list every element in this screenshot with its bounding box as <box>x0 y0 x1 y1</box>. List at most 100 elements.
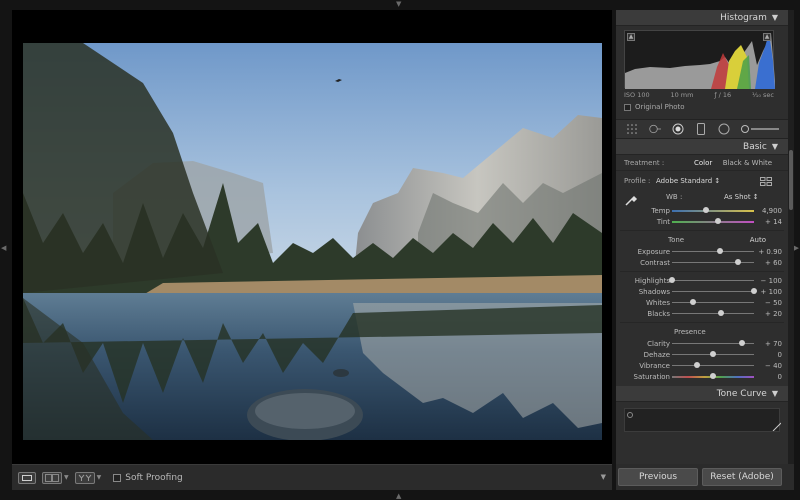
highlights-value[interactable]: − 100 <box>752 277 782 285</box>
tint-value[interactable]: + 14 <box>752 218 782 226</box>
clarity-row: Clarity + 70 <box>616 338 788 349</box>
profile-select[interactable]: Adobe Standard ↕ <box>656 177 720 185</box>
shadow-clipping-icon[interactable]: ▲ <box>627 33 635 41</box>
right-panel-toggle-icon[interactable]: ▶ <box>794 244 799 252</box>
tone-section-title: Tone Auto <box>616 234 788 246</box>
exposure-label: Exposure <box>637 247 670 256</box>
reset-button[interactable]: Reset (Adobe) <box>702 468 782 486</box>
clarity-slider-knob[interactable] <box>738 340 745 346</box>
crop-tool[interactable] <box>626 123 638 135</box>
panel-scrollbar[interactable] <box>788 10 794 464</box>
exif-shutter: ¹⁄₁₀ sec <box>752 91 774 99</box>
exposure-value[interactable]: + 0.90 <box>752 248 782 256</box>
temp-slider-knob[interactable] <box>703 207 710 213</box>
treatment-row: Treatment : Color Black & White <box>616 155 788 171</box>
soft-proofing-checkbox[interactable] <box>113 473 122 482</box>
compare-options-caret-icon[interactable]: ▼ <box>64 474 69 481</box>
temp-slider[interactable] <box>672 207 754 213</box>
dehaze-value[interactable]: 0 <box>752 351 782 359</box>
saturation-slider-knob[interactable] <box>710 373 716 379</box>
presence-title: Presence <box>674 328 706 336</box>
photo-viewport[interactable] <box>12 10 612 464</box>
exposure-slider-knob[interactable] <box>717 248 724 254</box>
tone-title: Tone <box>668 236 685 244</box>
blacks-slider-knob[interactable] <box>718 310 725 316</box>
blacks-value[interactable]: + 20 <box>752 310 782 318</box>
whites-label: Whites <box>645 298 670 307</box>
bottom-panel-toggle-icon[interactable]: ▲ <box>396 492 401 500</box>
tone-curve-graph[interactable] <box>624 408 781 432</box>
highlights-slider-knob[interactable] <box>669 277 675 283</box>
blacks-slider[interactable] <box>672 310 754 316</box>
grid-icon[interactable] <box>760 177 772 186</box>
triangle-down-icon[interactable]: ▼ <box>772 142 778 151</box>
bottom-toolbar: ▼ ▼ Soft Proofing ▼ <box>12 464 612 490</box>
highlights-label: Highlights <box>634 276 670 285</box>
treatment-color-option[interactable]: Color <box>694 159 712 167</box>
tint-slider[interactable] <box>672 218 754 224</box>
before-after-swap-button[interactable] <box>74 471 95 484</box>
dehaze-slider[interactable] <box>672 351 754 357</box>
graduated-filter-tool[interactable] <box>695 123 707 135</box>
histogram-title: Histogram <box>720 12 767 23</box>
exposure-slider[interactable] <box>672 248 754 254</box>
wb-select[interactable]: As Shot ↕ <box>724 193 759 201</box>
clarity-slider[interactable] <box>672 340 754 346</box>
compare-view-button[interactable] <box>42 471 62 484</box>
spot-removal-tool[interactable] <box>649 123 661 135</box>
radial-filter-tool[interactable] <box>718 123 730 135</box>
tone-auto-button[interactable]: Auto <box>750 236 766 244</box>
saturation-row: Saturation 0 <box>616 371 788 382</box>
graduated-filter-icon <box>697 123 705 135</box>
contrast-slider-knob[interactable] <box>734 259 741 265</box>
exif-focal: 10 mm <box>670 91 694 99</box>
shadows-slider[interactable] <box>672 288 757 294</box>
vibrance-value[interactable]: − 40 <box>752 362 782 370</box>
contrast-slider[interactable] <box>672 259 754 265</box>
saturation-slider[interactable] <box>672 373 754 379</box>
red-eye-tool[interactable] <box>672 123 684 135</box>
triangle-down-icon[interactable]: ▼ <box>772 13 778 22</box>
original-photo-checkbox[interactable] <box>624 103 631 111</box>
original-photo-toggle[interactable]: Original Photo <box>624 103 782 111</box>
photo-image[interactable] <box>23 43 602 440</box>
saturation-value[interactable]: 0 <box>752 373 782 381</box>
tint-row: Tint + 14 <box>616 216 788 227</box>
radial-filter-icon <box>718 123 730 135</box>
contrast-value[interactable]: + 60 <box>752 259 782 267</box>
whites-value[interactable]: − 50 <box>752 299 782 307</box>
clarity-value[interactable]: + 70 <box>752 340 782 348</box>
highlight-clipping-icon[interactable]: ▲ <box>763 33 771 41</box>
panel-scrollbar-thumb[interactable] <box>789 150 793 210</box>
basic-header[interactable]: Basic ▼ <box>616 139 788 155</box>
temp-value[interactable]: 4,900 <box>752 207 782 215</box>
exif-iso: ISO 100 <box>624 91 650 99</box>
whites-slider-knob[interactable] <box>689 299 696 305</box>
vibrance-slider[interactable] <box>672 362 754 368</box>
spot-removal-icon <box>649 124 661 134</box>
red-eye-icon <box>672 123 684 135</box>
whites-slider[interactable] <box>672 299 754 305</box>
tone-curve-header[interactable]: Tone Curve ▼ <box>616 386 788 402</box>
tint-slider-knob[interactable] <box>714 218 721 224</box>
histogram-header[interactable]: Histogram ▼ <box>616 10 788 26</box>
wb-label: WB : <box>666 193 683 201</box>
dehaze-slider-knob[interactable] <box>710 351 716 357</box>
blacks-row: Blacks + 20 <box>616 308 788 319</box>
before-after-icon <box>45 473 59 482</box>
swap-options-caret-icon[interactable]: ▼ <box>97 474 102 481</box>
top-panel-toggle-icon[interactable]: ▼ <box>396 0 401 8</box>
loupe-view-button[interactable] <box>18 471 36 484</box>
histogram-chart[interactable]: ▲ ▲ <box>624 30 775 89</box>
adjustment-brush-tool[interactable] <box>741 123 781 135</box>
left-panel-toggle-icon[interactable]: ◀ <box>1 244 6 252</box>
shadows-value[interactable]: + 100 <box>752 288 782 296</box>
vibrance-slider-knob[interactable] <box>693 362 700 368</box>
treatment-bw-option[interactable]: Black & White <box>723 159 772 167</box>
white-balance-row: WB : As Shot ↕ <box>616 191 788 206</box>
triangle-down-icon[interactable]: ▼ <box>772 389 778 398</box>
toolbar-menu-icon[interactable]: ▼ <box>601 473 606 481</box>
previous-button[interactable]: Previous <box>618 468 698 486</box>
highlights-slider[interactable] <box>669 277 754 283</box>
tint-label: Tint <box>656 217 670 226</box>
